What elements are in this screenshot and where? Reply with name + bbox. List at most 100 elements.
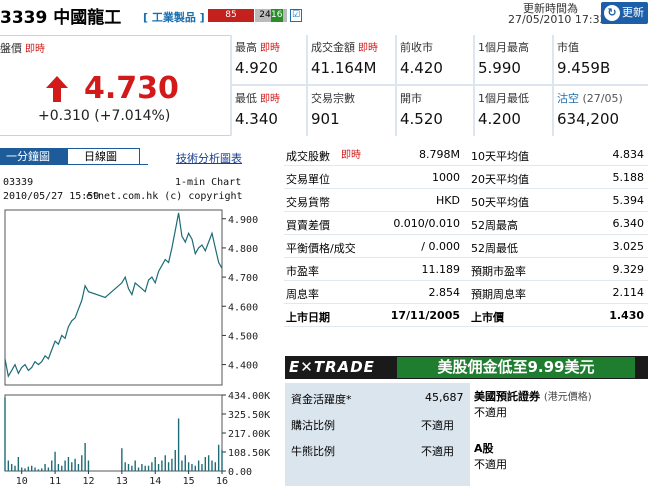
bull-bear-value: 不適用 [421,445,454,458]
volume-tick-label: 0.00 [228,467,252,478]
volume-tick-label: 325.50K [228,410,270,421]
quote-panel: 盤價 即時 4.730 +0.310 (+7.014%) 最高 即時 4.920 最… [0,35,648,136]
turnover-value: 41.164M [311,59,377,77]
x-tick-label: 13 [116,476,128,486]
stats-row: 平衡價格/成交 / 0.000 52周最低 3.025 [284,235,648,258]
x-tick-label: 15 [183,476,195,486]
refresh-icon: ↻ [604,5,620,21]
short-cell: 沽空 (27/05) 634,200 [554,86,648,136]
short-value: 634,200 [557,110,620,128]
up-arrow-icon [46,76,68,102]
etrade-banner[interactable]: E✕TRADE 美股佣金低至9.99美元 [285,356,648,379]
low-value: 4.340 [235,110,278,128]
update-time: 27/05/2010 17:32 [508,13,607,26]
volume-panel [4,394,223,472]
stat-label: 市盈率 [286,265,319,278]
industry-link[interactable]: [ 工業製品 ] [143,9,205,25]
month-low-value: 4.200 [478,110,521,128]
stat-value: 1000 [432,171,460,184]
stat-value: / 0.000 [421,240,460,253]
bottom-panel: 資金活躍度* 45,687 購沽比例 不適用 牛熊比例 不適用 美國預託證券 (… [285,383,648,486]
month-high-value: 5.990 [478,59,521,77]
price-tick-label: 4.500 [228,331,258,342]
price-box: 盤價 即時 4.730 +0.310 (+7.014%) [0,35,230,136]
price-tick-label: 4.900 [228,215,258,226]
tab-underline [0,164,148,165]
price-volume-chart: 4.900 4.800 4.700 4.600 4.500 4.400 434.00K 325… [4,209,270,486]
buy-ratio-value: 不適用 [421,419,454,432]
stats-table: 成交股數 即時 8.798M 10天平均值 4.834 交易單位 1000 20天平均值 5.1… [284,143,648,327]
a-share-value: 不適用 [474,458,507,471]
stat-value: 3.025 [612,240,645,253]
short-link[interactable]: 沽空 [557,92,579,105]
volume-tick-label: 434.00K [228,391,270,402]
stat-value: 11.189 [421,263,461,276]
breadth-bar: 2416 [255,9,287,22]
high-cell: 最高 即時 4.920 [232,35,306,84]
price-change: +0.310 (+7.014%) [38,108,171,124]
unchanged-count: 24 [259,10,271,20]
banner-ad-text: 美股佣金低至9.99美元 [397,357,635,378]
last-price: 4.730 [84,71,179,106]
technical-analysis-link[interactable]: 技術分析圖表 [176,150,242,166]
tab-1min-chart[interactable]: 一分鐘圖 [0,148,67,165]
refresh-button[interactable]: ↻ 更新 [601,2,648,24]
checkbox-icon[interactable]: ☑ [290,9,302,22]
stat-value: 5.188 [612,171,645,184]
a-share-label: A股 [474,442,494,455]
x-tick-label: 16 [216,476,228,486]
low-cell: 最低 即時 4.340 [232,86,306,136]
trades-value: 901 [311,110,340,128]
adr-box: 美國預託證券 (港元價格) 不適用 A股 不適用 [470,383,648,486]
stat-label: 成交股數 [286,150,330,163]
stats-row: 交易貨幣 HKD 50天平均值 5.394 [284,189,648,212]
stats-row: 上市日期 17/11/2005 上市價 1.430 [284,304,648,327]
price-tick-label: 4.800 [228,244,258,255]
stat-label: 交易單位 [286,173,330,186]
stat-value: 17/11/2005 [390,309,460,322]
volume-tick-label: 217.00K [228,429,270,440]
open-value: 4.520 [400,110,443,128]
advancers-count: 85 [208,9,254,22]
trades-cell: 交易宗數 901 [308,86,395,136]
refresh-label: 更新 [622,6,644,19]
stat-label: 平衡價格/成交 [286,242,356,255]
stat-label: 10天平均值 [471,150,529,163]
x-tick-label: 10 [16,476,28,486]
high-value: 4.920 [235,59,278,77]
prevclose-value: 4.420 [400,59,443,77]
stats-row: 周息率 2.854 預期周息率 2.114 [284,281,648,304]
bull-bear-label: 牛熊比例 [291,445,335,458]
stock-title: 3339 中國龍工 [0,8,122,28]
live-badge: 即時 [341,150,361,161]
stat-value: 0.010/0.010 [393,217,460,230]
chart-datetime: 2010/05/27 15:59 [3,191,100,202]
price-tick-label: 4.400 [228,361,258,372]
open-cell: 開市 4.520 [397,86,473,136]
price-tick-label: 4.700 [228,273,258,284]
stat-value: HKD [436,194,460,207]
prevclose-cell: 前收市 4.420 [397,35,473,84]
stat-value: 9.329 [612,263,645,276]
stat-value: 5.394 [612,194,645,207]
chart-type: 1-min Chart [175,177,242,188]
activity-label: 資金活躍度* [291,393,352,406]
stat-label: 周息率 [286,288,319,301]
stat-label: 交易貨幣 [286,196,330,209]
stat-value: 6.340 [612,217,645,230]
stats-row: 買賣差價 0.010/0.010 52周最高 6.340 [284,212,648,235]
stats-row: 成交股數 即時 8.798M 10天平均值 4.834 [284,143,648,166]
etrade-logo: E✕TRADE [289,358,375,376]
stat-label: 上市日期 [286,311,330,324]
stat-label: 預期周息率 [471,288,526,301]
stat-label: 上市價 [471,311,504,324]
adr-value: 不適用 [474,406,507,419]
month-high-cell: 1個月最高 5.990 [475,35,552,84]
stat-label: 20天平均值 [471,173,529,186]
stat-value: 4.834 [612,148,645,161]
month-low-cell: 1個月最低 4.200 [475,86,552,136]
stat-label: 買賣差價 [286,219,330,232]
tab-daily-chart[interactable]: 日線圖 [67,148,140,165]
stat-value: 2.854 [428,286,461,299]
chart-code: 03339 [3,177,34,188]
